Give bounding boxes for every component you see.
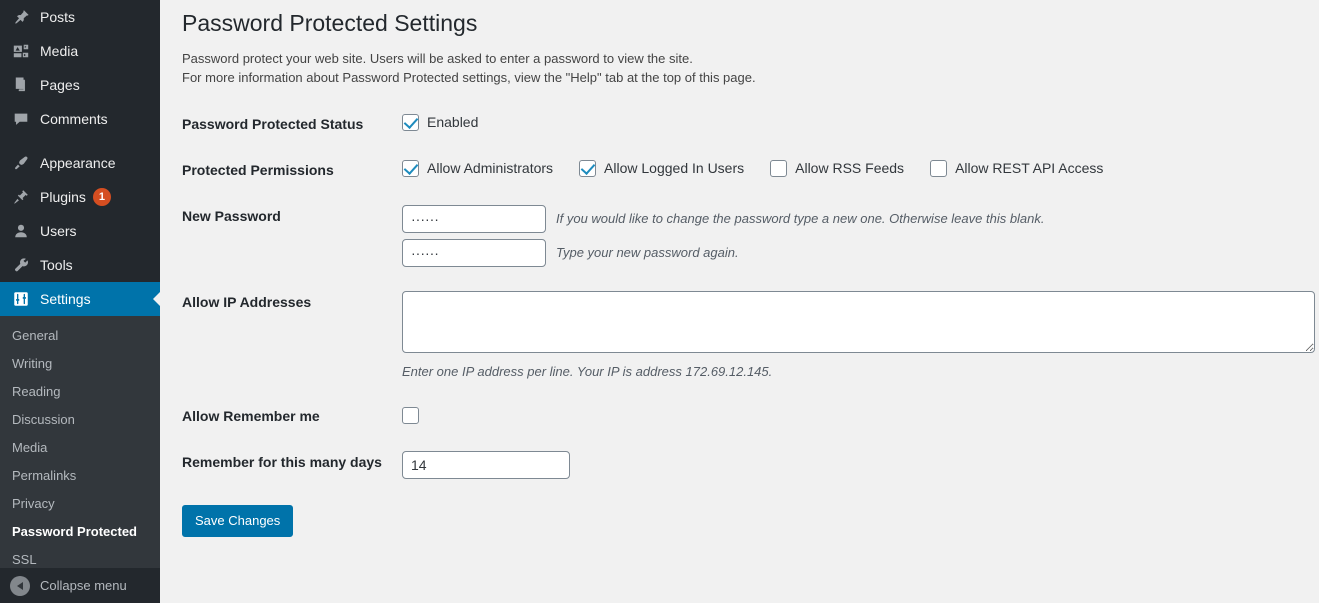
intro-line-2: For more information about Password Prot… xyxy=(182,70,756,85)
menu-separator xyxy=(0,136,160,146)
pin-icon xyxy=(10,7,32,27)
sidebar-item-label: Media xyxy=(40,43,79,59)
settings-sliders-icon xyxy=(10,289,32,309)
remember-days-input[interactable] xyxy=(402,451,570,480)
confirm-password-description: Type your new password again. xyxy=(556,244,739,260)
admin-menu: Posts Media Pages Comments Appearance Pl… xyxy=(0,0,160,582)
media-icon xyxy=(10,41,32,61)
label-password-protected-status: Password Protected Status xyxy=(182,116,364,132)
submenu-item-general[interactable]: General xyxy=(0,322,160,350)
allow-ip-addresses-textarea[interactable] xyxy=(402,291,1315,354)
current-menu-arrow-icon xyxy=(153,291,160,307)
admin-sidebar: Posts Media Pages Comments Appearance Pl… xyxy=(0,0,160,603)
settings-content: Password Protected Settings Password pro… xyxy=(160,0,1319,603)
checkbox-allow-logged-in-users[interactable]: Allow Logged In Users xyxy=(579,159,744,177)
collapse-menu-label: Collapse menu xyxy=(40,578,127,593)
checkbox-allow-rest-api-access-box[interactable] xyxy=(930,159,948,177)
label-protected-permissions: Protected Permissions xyxy=(182,162,334,179)
row-protected-permissions: Protected Permissions Allow Administrato… xyxy=(182,147,1319,193)
checkbox-allow-logged-in-users-label: Allow Logged In Users xyxy=(604,160,745,177)
confirm-password-input[interactable] xyxy=(402,239,546,268)
checkbox-enabled-box[interactable] xyxy=(402,113,419,131)
submenu-item-permalinks[interactable]: Permalinks xyxy=(0,462,160,490)
checkbox-allow-administrators[interactable]: Allow Administrators xyxy=(402,159,553,177)
new-password-description: If you would like to change the password… xyxy=(556,210,1045,226)
sidebar-item-label: Appearance xyxy=(40,155,116,171)
appearance-brush-icon xyxy=(10,153,32,173)
sidebar-item-label: Posts xyxy=(40,9,76,25)
checkbox-allow-logged-in-users-box[interactable] xyxy=(579,159,597,177)
label-allow-remember-me: Allow Remember me xyxy=(182,408,320,425)
submenu-item-privacy[interactable]: Privacy xyxy=(0,490,160,518)
checkbox-allow-administrators-box[interactable] xyxy=(402,159,419,177)
sidebar-item-tools[interactable]: Tools xyxy=(0,248,160,282)
sidebar-item-settings[interactable]: Settings xyxy=(0,282,160,316)
sidebar-item-appearance[interactable]: Appearance xyxy=(0,146,160,180)
wp-admin-screen: Posts Media Pages Comments Appearance Pl… xyxy=(0,0,1319,603)
comments-icon xyxy=(10,109,32,129)
collapse-arrow-icon xyxy=(10,575,30,596)
page-intro: Password protect your web site. Users wi… xyxy=(182,49,1313,87)
sidebar-item-label: Pages xyxy=(40,77,80,93)
label-allow-ip-addresses: Allow IP Addresses xyxy=(182,294,312,311)
row-allow-remember-me: Allow Remember me xyxy=(182,393,1319,439)
pages-icon xyxy=(10,75,32,95)
sidebar-item-label: Users xyxy=(40,223,77,239)
submenu-item-writing[interactable]: Writing xyxy=(0,350,160,378)
checkbox-allow-rss-feeds-label: Allow RSS Feeds xyxy=(795,160,905,177)
collapse-menu-button[interactable]: Collapse menu xyxy=(0,568,160,603)
permissions-checkbox-row: Allow Administrators Allow Logged In Use… xyxy=(402,159,1319,177)
row-password-protected-status: Password Protected Status Enabled xyxy=(182,101,1319,147)
checkbox-allow-rest-api-access-label: Allow REST API Access xyxy=(955,160,1104,177)
settings-form-table: Password Protected Status Enabled Protec… xyxy=(182,101,1319,491)
sidebar-item-pages[interactable]: Pages xyxy=(0,68,160,102)
allow-ip-addresses-description: Enter one IP address per line. Your IP i… xyxy=(402,364,773,380)
checkbox-enabled[interactable]: Enabled xyxy=(402,113,478,131)
submit-area: Save Changes xyxy=(182,491,1313,538)
sidebar-item-comments[interactable]: Comments xyxy=(0,102,160,136)
settings-submenu: General Writing Reading Discussion Media… xyxy=(0,316,160,582)
checkbox-allow-rest-api-access[interactable]: Allow REST API Access xyxy=(930,159,1103,177)
checkbox-allow-remember-me-box[interactable] xyxy=(402,407,419,425)
sidebar-item-label: Settings xyxy=(40,291,91,307)
sidebar-item-label: Tools xyxy=(40,257,73,273)
submenu-item-discussion[interactable]: Discussion xyxy=(0,406,160,434)
submenu-item-reading[interactable]: Reading xyxy=(0,378,160,406)
page-title: Password Protected Settings xyxy=(182,10,478,36)
row-new-password: New Password If you would like to change… xyxy=(182,193,1319,279)
sidebar-item-label: Comments xyxy=(40,111,108,127)
save-changes-button[interactable]: Save Changes xyxy=(182,505,294,538)
sidebar-item-label: Plugins xyxy=(40,189,86,205)
label-new-password: New Password xyxy=(182,208,281,225)
new-password-input[interactable] xyxy=(402,205,546,234)
row-remember-days: Remember for this many days xyxy=(182,439,1319,491)
label-remember-days: Remember for this many days xyxy=(182,454,382,471)
new-password-line-1: If you would like to change the password… xyxy=(402,205,1319,234)
checkbox-enabled-label: Enabled xyxy=(427,114,479,130)
sidebar-item-plugins[interactable]: Plugins 1 xyxy=(0,180,160,214)
submenu-item-password-protected[interactable]: Password Protected xyxy=(0,518,160,546)
sidebar-item-media[interactable]: Media xyxy=(0,34,160,68)
submenu-item-media[interactable]: Media xyxy=(0,434,160,462)
sidebar-item-users[interactable]: Users xyxy=(0,214,160,248)
intro-line-1: Password protect your web site. Users wi… xyxy=(182,51,693,66)
checkbox-allow-rss-feeds-box[interactable] xyxy=(770,159,788,177)
row-allow-ip-addresses: Allow IP Addresses Enter one IP address … xyxy=(182,279,1319,393)
plugin-icon xyxy=(10,187,32,207)
checkbox-allow-rss-feeds[interactable]: Allow RSS Feeds xyxy=(770,159,904,177)
user-icon xyxy=(10,221,32,241)
sidebar-item-posts[interactable]: Posts xyxy=(0,0,160,34)
status-checkbox-row: Enabled xyxy=(402,113,1319,131)
checkbox-allow-administrators-label: Allow Administrators xyxy=(427,160,554,177)
plugins-update-badge: 1 xyxy=(92,188,111,206)
wrench-icon xyxy=(10,255,32,275)
new-password-line-2: Type your new password again. xyxy=(402,239,1319,268)
